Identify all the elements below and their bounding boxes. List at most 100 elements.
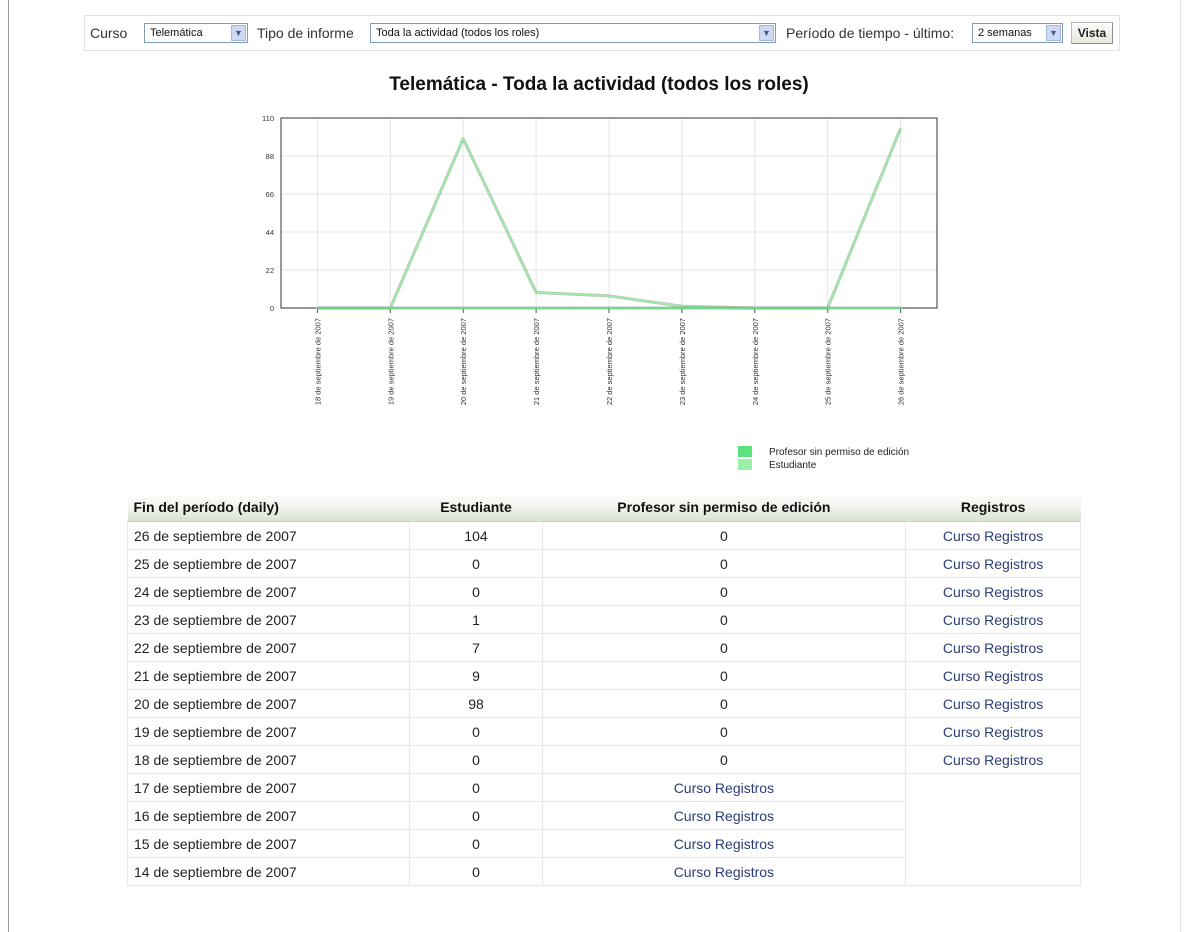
course-logs-cell: Curso Registros bbox=[541, 801, 907, 830]
course-logs-link[interactable]: Curso Registros bbox=[943, 528, 1043, 544]
period-end-cell: 15 de septiembre de 2007 bbox=[126, 829, 411, 858]
x-tick-label: 18 de septiembre de 2007 bbox=[313, 318, 322, 405]
period-select-value: 2 semanas bbox=[978, 27, 1032, 39]
chevron-down-icon[interactable]: ▼ bbox=[231, 25, 246, 41]
activity-line-chart: 0 22 44 66 88 110 18 de septiembre de 2007 19 d… bbox=[262, 114, 938, 471]
course-logs-link[interactable]: Curso Registros bbox=[674, 780, 774, 796]
course-logs-cell: Curso Registros bbox=[905, 745, 1081, 774]
student-count-cell: 9 bbox=[409, 661, 543, 690]
course-logs-link[interactable]: Curso Registros bbox=[943, 612, 1043, 628]
student-count-cell: 0 bbox=[409, 801, 543, 830]
empty-logs-cell bbox=[905, 773, 1081, 886]
course-logs-cell: Curso Registros bbox=[905, 605, 1081, 634]
legend-swatch bbox=[738, 446, 752, 457]
report-type-select-value: Toda la actividad (todos los roles) bbox=[376, 27, 540, 39]
student-count-cell: 0 bbox=[409, 857, 543, 886]
data-point bbox=[608, 307, 610, 309]
student-count-cell: 0 bbox=[409, 717, 543, 746]
course-logs-link[interactable]: Curso Registros bbox=[943, 696, 1043, 712]
period-select[interactable]: 2 semanas ▼ bbox=[972, 23, 1063, 43]
column-header-logs: Registros bbox=[905, 493, 1081, 522]
period-end-cell: 23 de septiembre de 2007 bbox=[126, 605, 411, 634]
table-row: 19 de septiembre de 2007 0 0 Curso Registro… bbox=[126, 717, 1081, 746]
table-row: 23 de septiembre de 2007 1 0 Curso Registro… bbox=[126, 605, 1081, 634]
course-logs-link[interactable]: Curso Registros bbox=[943, 640, 1043, 656]
course-logs-link[interactable]: Curso Registros bbox=[943, 752, 1043, 768]
x-tick-label: 20 de septiembre de 2007 bbox=[459, 318, 468, 405]
x-tick-label: 23 de septiembre de 2007 bbox=[678, 318, 687, 405]
student-count-cell: 0 bbox=[409, 577, 543, 606]
right-border-line bbox=[1180, 0, 1181, 932]
period-end-cell: 14 de septiembre de 2007 bbox=[126, 857, 411, 886]
course-logs-cell: Curso Registros bbox=[905, 661, 1081, 690]
period-end-cell: 20 de septiembre de 2007 bbox=[126, 689, 411, 718]
period-end-cell: 16 de septiembre de 2007 bbox=[126, 801, 411, 830]
table-body: 26 de septiembre de 2007 104 0 Curso Regist… bbox=[126, 521, 1081, 886]
left-border-line bbox=[8, 0, 9, 932]
course-logs-link[interactable]: Curso Registros bbox=[943, 584, 1043, 600]
data-point bbox=[826, 307, 829, 309]
y-tick-label: 44 bbox=[266, 228, 274, 237]
student-count-cell: 0 bbox=[409, 829, 543, 858]
teacher-count-cell: 0 bbox=[541, 717, 907, 746]
course-label: Curso bbox=[90, 25, 128, 41]
period-end-cell: 18 de septiembre de 2007 bbox=[126, 745, 411, 774]
chevron-down-icon[interactable]: ▼ bbox=[759, 25, 774, 41]
data-point bbox=[535, 291, 538, 294]
teacher-count-cell: 0 bbox=[541, 689, 907, 718]
data-point bbox=[462, 307, 465, 309]
course-select-value: Telemática bbox=[150, 27, 203, 39]
teacher-count-cell: 0 bbox=[541, 605, 907, 634]
x-tick-label: 19 de septiembre de 2007 bbox=[386, 318, 395, 405]
data-point bbox=[535, 307, 538, 309]
report-type-select[interactable]: Toda la actividad (todos los roles) ▼ bbox=[370, 23, 776, 43]
data-point bbox=[316, 307, 319, 309]
view-button[interactable]: Vista bbox=[1071, 22, 1113, 44]
student-count-cell: 98 bbox=[409, 689, 543, 718]
student-count-cell: 0 bbox=[409, 773, 543, 802]
course-logs-link[interactable]: Curso Registros bbox=[674, 808, 774, 824]
course-logs-link[interactable]: Curso Registros bbox=[674, 864, 774, 880]
course-logs-cell: Curso Registros bbox=[905, 549, 1081, 578]
x-tick-label: 24 de septiembre de 2007 bbox=[751, 318, 760, 405]
table-row: 17 de septiembre de 2007 0 Curso Registros bbox=[126, 773, 1081, 886]
course-logs-cell: Curso Registros bbox=[905, 689, 1081, 718]
y-tick-label: 22 bbox=[266, 266, 274, 275]
course-select[interactable]: Telemática ▼ bbox=[144, 23, 248, 43]
teacher-count-cell: 0 bbox=[541, 521, 907, 550]
period-end-cell: 19 de septiembre de 2007 bbox=[126, 717, 411, 746]
teacher-count-cell: 0 bbox=[541, 577, 907, 606]
table-header-row: Fin del período (daily) Estudiante Profe… bbox=[127, 493, 1081, 522]
chevron-down-icon[interactable]: ▼ bbox=[1046, 25, 1061, 41]
student-count-cell: 7 bbox=[409, 633, 543, 662]
period-end-cell: 22 de septiembre de 2007 bbox=[126, 633, 411, 662]
teacher-count-cell: 0 bbox=[541, 633, 907, 662]
table-row: 24 de septiembre de 2007 0 0 Curso Registro… bbox=[126, 577, 1081, 606]
period-end-cell: 25 de septiembre de 2007 bbox=[126, 549, 411, 578]
course-logs-link[interactable]: Curso Registros bbox=[943, 556, 1043, 572]
course-logs-cell: Curso Registros bbox=[541, 857, 907, 886]
student-count-cell: 1 bbox=[409, 605, 543, 634]
table-row: 21 de septiembre de 2007 9 0 Curso Registro… bbox=[126, 661, 1081, 690]
course-logs-link[interactable]: Curso Registros bbox=[674, 836, 774, 852]
teacher-count-cell: 0 bbox=[541, 745, 907, 774]
data-point bbox=[753, 307, 756, 309]
course-logs-cell: Curso Registros bbox=[541, 829, 907, 858]
course-logs-link[interactable]: Curso Registros bbox=[943, 668, 1043, 684]
period-end-cell: 26 de septiembre de 2007 bbox=[126, 521, 411, 550]
data-point bbox=[389, 307, 392, 309]
period-end-cell: 17 de septiembre de 2007 bbox=[126, 773, 411, 802]
x-tick-label: 21 de septiembre de 2007 bbox=[532, 318, 541, 405]
chart-title: Telemática - Toda la actividad (todos lo… bbox=[389, 74, 809, 95]
activity-table: Fin del período (daily) Estudiante Profe… bbox=[126, 493, 1081, 886]
course-logs-cell: Curso Registros bbox=[905, 577, 1081, 606]
course-logs-link[interactable]: Curso Registros bbox=[943, 724, 1043, 740]
data-point bbox=[680, 307, 683, 309]
student-count-cell: 0 bbox=[409, 549, 543, 578]
course-logs-cell: Curso Registros bbox=[541, 773, 907, 802]
table-row: 20 de septiembre de 2007 98 0 Curso Registr… bbox=[126, 689, 1081, 718]
period-end-cell: 21 de septiembre de 2007 bbox=[126, 661, 411, 690]
table-row: 22 de septiembre de 2007 7 0 Curso Registro… bbox=[126, 633, 1081, 662]
table-row: 26 de septiembre de 2007 104 0 Curso Regist… bbox=[126, 521, 1081, 550]
data-point bbox=[608, 295, 610, 297]
